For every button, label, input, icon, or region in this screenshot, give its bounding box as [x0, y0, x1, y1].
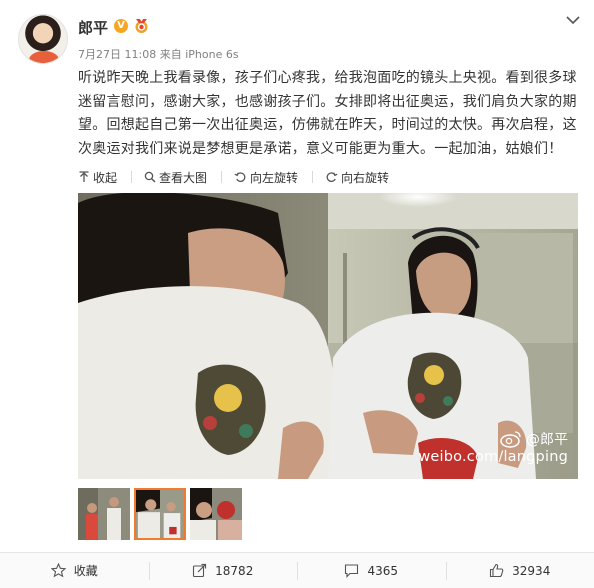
thumbnail-strip — [78, 488, 242, 540]
like-count: 32934 — [512, 563, 551, 578]
comment-icon — [345, 564, 359, 578]
verified-badge-icon: V — [114, 19, 128, 33]
thumbnail-3[interactable] — [190, 488, 242, 540]
watermark-url: weibo.com/langping — [418, 449, 568, 465]
content-line: 迷留言慰问，感谢大家，也感谢孩子们。女排即将出征奥运，我们肩负大家的期 — [78, 93, 577, 110]
watermark: @郎平 weibo.com/langping — [418, 429, 568, 465]
watermark-handle: @郎平 — [526, 432, 568, 448]
rotate-right-label: 向右旋转 — [341, 170, 390, 185]
content-line: 次奥运对我们来说是梦想更是承诺，意义可能更为重大。一起加油，姑娘们！ — [78, 140, 563, 157]
post-source[interactable]: iPhone 6s — [185, 48, 238, 61]
view-large-button[interactable]: 查看大图 — [144, 169, 207, 186]
rotate-left-button[interactable]: 向左旋转 — [234, 169, 298, 186]
thumbnail-1[interactable] — [78, 488, 130, 540]
thumbs-up-icon — [490, 563, 504, 578]
comment-button[interactable]: 4365 — [297, 553, 446, 588]
content-line: 听说昨天晚上我看录像，孩子们心疼我，给我泡面吃的镜头上央视。看到很多球 — [78, 70, 577, 86]
star-icon — [50, 563, 66, 578]
post-photo[interactable]: @郎平 weibo.com/langping — [78, 193, 578, 479]
favorite-button[interactable]: 收藏 — [0, 553, 149, 588]
collapse-button[interactable]: 收起 — [78, 169, 117, 186]
rotate-left-icon — [234, 172, 246, 183]
avatar[interactable] — [18, 14, 68, 64]
rotate-right-button[interactable]: 向右旋转 — [325, 169, 389, 186]
thumbnail-1-image — [78, 488, 130, 540]
arrow-up-icon — [79, 171, 89, 182]
author-name[interactable]: 郎平 — [78, 17, 108, 38]
weibo-logo-icon — [500, 431, 521, 448]
repost-button[interactable]: 18782 — [148, 553, 298, 588]
chevron-down-icon[interactable] — [565, 14, 581, 26]
thumbnail-2[interactable] — [134, 488, 186, 540]
toolbar-divider — [131, 171, 133, 183]
favorite-label: 收藏 — [73, 564, 98, 578]
repost-count: 18782 — [215, 563, 254, 578]
view-large-label: 查看大图 — [159, 170, 208, 185]
post-meta: 7月27日 11:08 来自 iPhone 6s — [78, 46, 239, 62]
thumbnail-3-image — [190, 488, 242, 540]
medal-icon — [135, 19, 148, 33]
comment-count: 4365 — [367, 563, 399, 578]
image-toolbar: 收起 查看大图 向左旋转 向右旋转 — [78, 166, 578, 188]
repost-icon — [193, 563, 207, 578]
thumbnail-2-image — [136, 490, 184, 538]
action-bar: 收藏 18782 4365 32934 — [0, 552, 594, 588]
post-content: 听说昨天晚上我看录像，孩子们心疼我，给我泡面吃的镜头上央视。看到很多球 迷留言慰… — [78, 67, 578, 161]
rotate-left-label: 向左旋转 — [250, 170, 299, 185]
like-button[interactable]: 32934 — [445, 553, 594, 588]
toolbar-divider — [221, 171, 223, 183]
toolbar-divider — [312, 171, 314, 183]
content-line: 望。回想起自己第一次出征奥运，仿佛就在昨天，时间过的太快。再次启程，这 — [78, 117, 577, 134]
post-time[interactable]: 7月27日 11:08 — [78, 48, 156, 61]
source-prefix: 来自 — [159, 48, 182, 61]
magnifier-icon — [144, 171, 156, 183]
collapse-label: 收起 — [93, 170, 118, 185]
rotate-right-icon — [326, 172, 338, 183]
